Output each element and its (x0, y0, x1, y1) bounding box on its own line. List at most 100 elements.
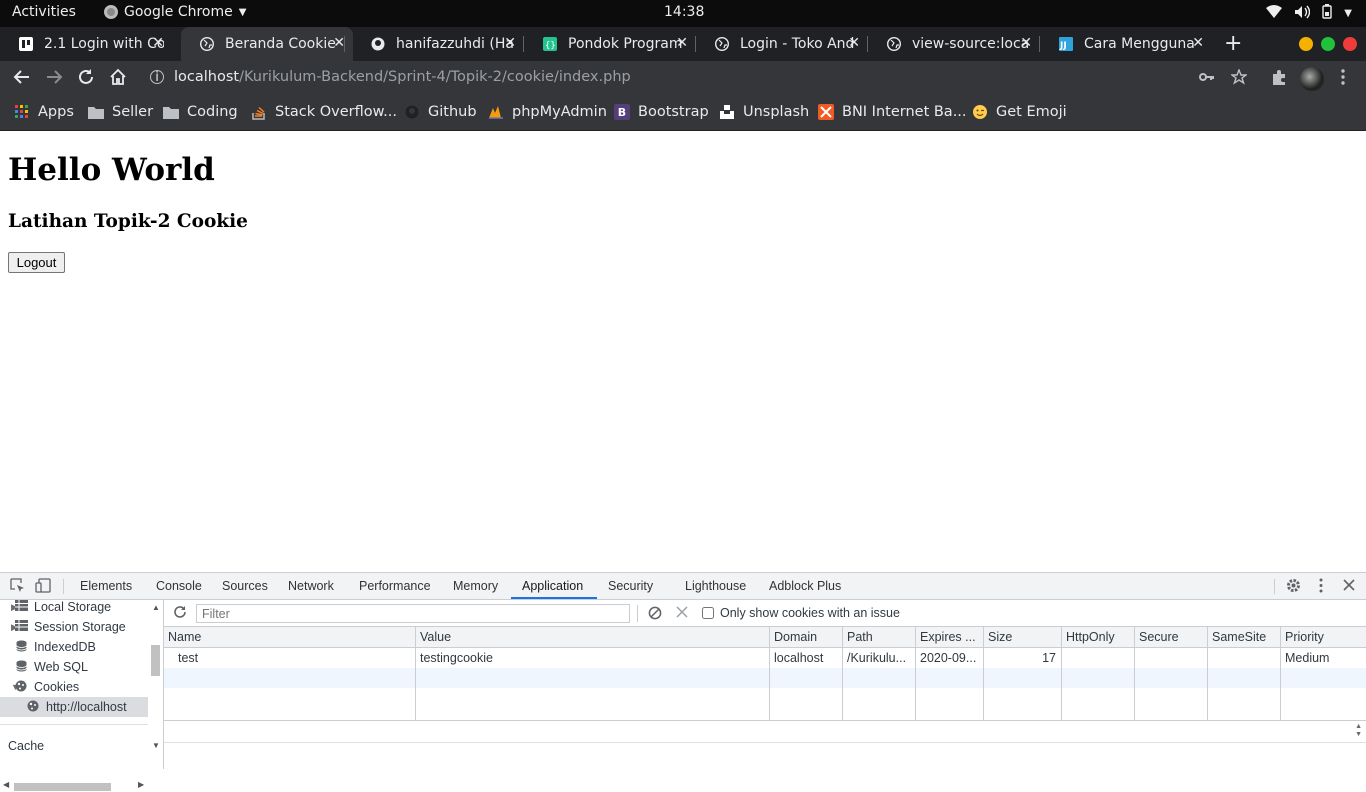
refresh-icon[interactable] (173, 605, 187, 622)
inspect-element-icon[interactable] (10, 578, 25, 596)
bookmark-phpmyadmin[interactable]: phpMyAdmin (488, 104, 607, 120)
tab-elements[interactable]: Elements (80, 579, 132, 593)
column-header-domain[interactable]: Domain (769, 627, 842, 648)
close-devtools-icon[interactable] (1343, 578, 1355, 594)
tab-sources[interactable]: Sources (222, 579, 268, 593)
column-header-samesite[interactable]: SameSite (1207, 627, 1280, 648)
column-header-secure[interactable]: Secure (1134, 627, 1207, 648)
system-tray[interactable]: ▼ (1266, 4, 1352, 23)
sidebar-item-session-storage[interactable]: ▶ Session Storage (0, 617, 148, 637)
more-options-icon[interactable] (1318, 578, 1324, 596)
settings-gear-icon[interactable] (1286, 578, 1301, 596)
close-window-button[interactable] (1343, 37, 1357, 51)
close-icon[interactable]: ✕ (1020, 35, 1032, 51)
sidebar-vertical-scrollbar[interactable]: ▲ ▼ (150, 600, 162, 750)
tab-console[interactable]: Console (156, 579, 202, 593)
logout-button[interactable]: Logout (8, 252, 65, 273)
app-menu[interactable]: Google Chrome ▼ (104, 4, 246, 20)
cookie-httponly-cell[interactable] (1061, 648, 1134, 668)
column-header-name[interactable]: Name (164, 627, 415, 648)
tab-cara-mengguna[interactable]: JJ Cara Mengguna ✕ (1039, 27, 1212, 61)
tab-login-with-co[interactable]: 2.1 Login with Co ✕ (0, 27, 172, 61)
sidebar-item-web-sql[interactable]: Web SQL (0, 657, 148, 677)
resize-arrows-icon[interactable]: ▲ ▼ (1355, 723, 1362, 739)
key-icon[interactable] (1199, 69, 1215, 89)
tab-adblock-plus[interactable]: Adblock Plus (769, 579, 841, 593)
scroll-right-arrow[interactable]: ▶ (138, 780, 144, 789)
clock[interactable]: 14:38 (664, 4, 704, 20)
tab-login-toko[interactable]: Login - Toko And ✕ (695, 27, 868, 61)
cookie-path-cell[interactable]: /Kurikulu... (842, 648, 915, 668)
column-header-value[interactable]: Value (415, 627, 769, 648)
tab-memory[interactable]: Memory (453, 579, 498, 593)
column-header-size[interactable]: Size (983, 627, 1061, 648)
cookie-samesite-cell[interactable] (1207, 648, 1280, 668)
activities-button[interactable]: Activities (12, 4, 76, 20)
column-header-httponly[interactable]: HttpOnly (1061, 627, 1134, 648)
scrollbar-thumb[interactable] (151, 645, 160, 676)
only-issues-checkbox[interactable] (702, 607, 714, 619)
profile-avatar[interactable] (1300, 67, 1324, 91)
table-row[interactable]: test testingcookie localhost /Kurikulu..… (164, 648, 1366, 668)
home-icon[interactable] (109, 68, 127, 91)
scroll-left-arrow[interactable]: ◀ (3, 780, 9, 789)
tab-beranda-cookie[interactable]: Beranda Cookie ✕ (181, 27, 353, 61)
reload-icon[interactable] (77, 68, 95, 91)
close-icon[interactable]: ✕ (676, 35, 688, 51)
expand-arrow-icon[interactable]: ▶ (0, 602, 18, 613)
cookie-name-cell[interactable]: test (164, 648, 415, 668)
clear-all-icon[interactable] (648, 606, 662, 623)
new-tab-button[interactable]: + (1224, 31, 1242, 56)
sidebar-item-local-storage[interactable]: ▶ Local Storage (0, 597, 148, 617)
tab-lighthouse[interactable]: Lighthouse (685, 579, 746, 593)
sidebar-item-localhost[interactable]: http://localhost (0, 697, 148, 717)
bookmark-seller[interactable]: Seller (88, 104, 153, 120)
bookmark-coding[interactable]: Coding (163, 104, 238, 120)
info-icon[interactable]: i (150, 70, 164, 85)
sidebar-horizontal-scrollbar[interactable]: ◀ ▶ (0, 780, 150, 792)
tab-security[interactable]: Security (608, 579, 653, 593)
scroll-down-arrow[interactable]: ▼ (152, 741, 160, 750)
minimize-button[interactable] (1299, 37, 1313, 51)
bookmark-bootstrap[interactable]: B Bootstrap (614, 104, 709, 120)
close-icon[interactable]: ✕ (1192, 35, 1204, 51)
bookmark-bni[interactable]: BNI Internet Ba... (818, 104, 967, 120)
tab-hanifazzuhdi[interactable]: hanifazzuhdi (Ha ✕ (344, 27, 524, 61)
forward-icon[interactable] (45, 68, 63, 91)
column-header-expires[interactable]: Expires ... (915, 627, 983, 648)
tab-network[interactable]: Network (288, 579, 334, 593)
cookie-domain-cell[interactable]: localhost (769, 648, 842, 668)
sidebar-item-cookies[interactable]: ▼ Cookies (0, 677, 148, 697)
sidebar-item-indexeddb[interactable]: IndexedDB (0, 637, 148, 657)
tab-pondok-program[interactable]: {} Pondok Program ✕ (523, 27, 696, 61)
device-toolbar-icon[interactable] (35, 578, 51, 596)
bookmark-stackoverflow[interactable]: Stack Overflow... (251, 104, 397, 120)
bookmark-apps[interactable]: Apps (14, 104, 74, 120)
extensions-icon[interactable] (1271, 69, 1287, 89)
bookmark-github[interactable]: Github (404, 104, 477, 120)
expand-arrow-icon[interactable]: ▶ (0, 622, 18, 633)
cookie-priority-cell[interactable]: Medium (1280, 648, 1366, 668)
scroll-up-arrow[interactable]: ▲ (152, 603, 160, 612)
close-icon[interactable]: ✕ (152, 35, 164, 51)
close-icon[interactable]: ✕ (848, 35, 860, 51)
address-bar[interactable]: i localhost/Kurikulum-Backend/Sprint-4/T… (150, 69, 631, 85)
filter-input[interactable] (196, 604, 630, 623)
close-icon[interactable]: ✕ (504, 35, 516, 51)
cookie-size-cell[interactable]: 17 (983, 648, 1061, 668)
cookie-expires-cell[interactable]: 2020-09... (915, 648, 983, 668)
bookmark-unsplash[interactable]: Unsplash (719, 104, 809, 120)
maximize-button[interactable] (1321, 37, 1335, 51)
column-header-path[interactable]: Path (842, 627, 915, 648)
bookmark-get-emoji[interactable]: Get Emoji (972, 104, 1067, 120)
column-header-priority[interactable]: Priority (1280, 627, 1366, 648)
tab-performance[interactable]: Performance (359, 579, 431, 593)
back-icon[interactable] (13, 68, 31, 91)
collapse-arrow-icon[interactable]: ▼ (0, 682, 20, 692)
tab-application[interactable]: Application (522, 579, 583, 593)
menu-dots-icon[interactable] (1340, 69, 1346, 89)
cookie-secure-cell[interactable] (1134, 648, 1207, 668)
scrollbar-thumb[interactable] (14, 783, 111, 791)
star-icon[interactable] (1229, 68, 1249, 89)
delete-selected-icon[interactable] (676, 606, 688, 621)
